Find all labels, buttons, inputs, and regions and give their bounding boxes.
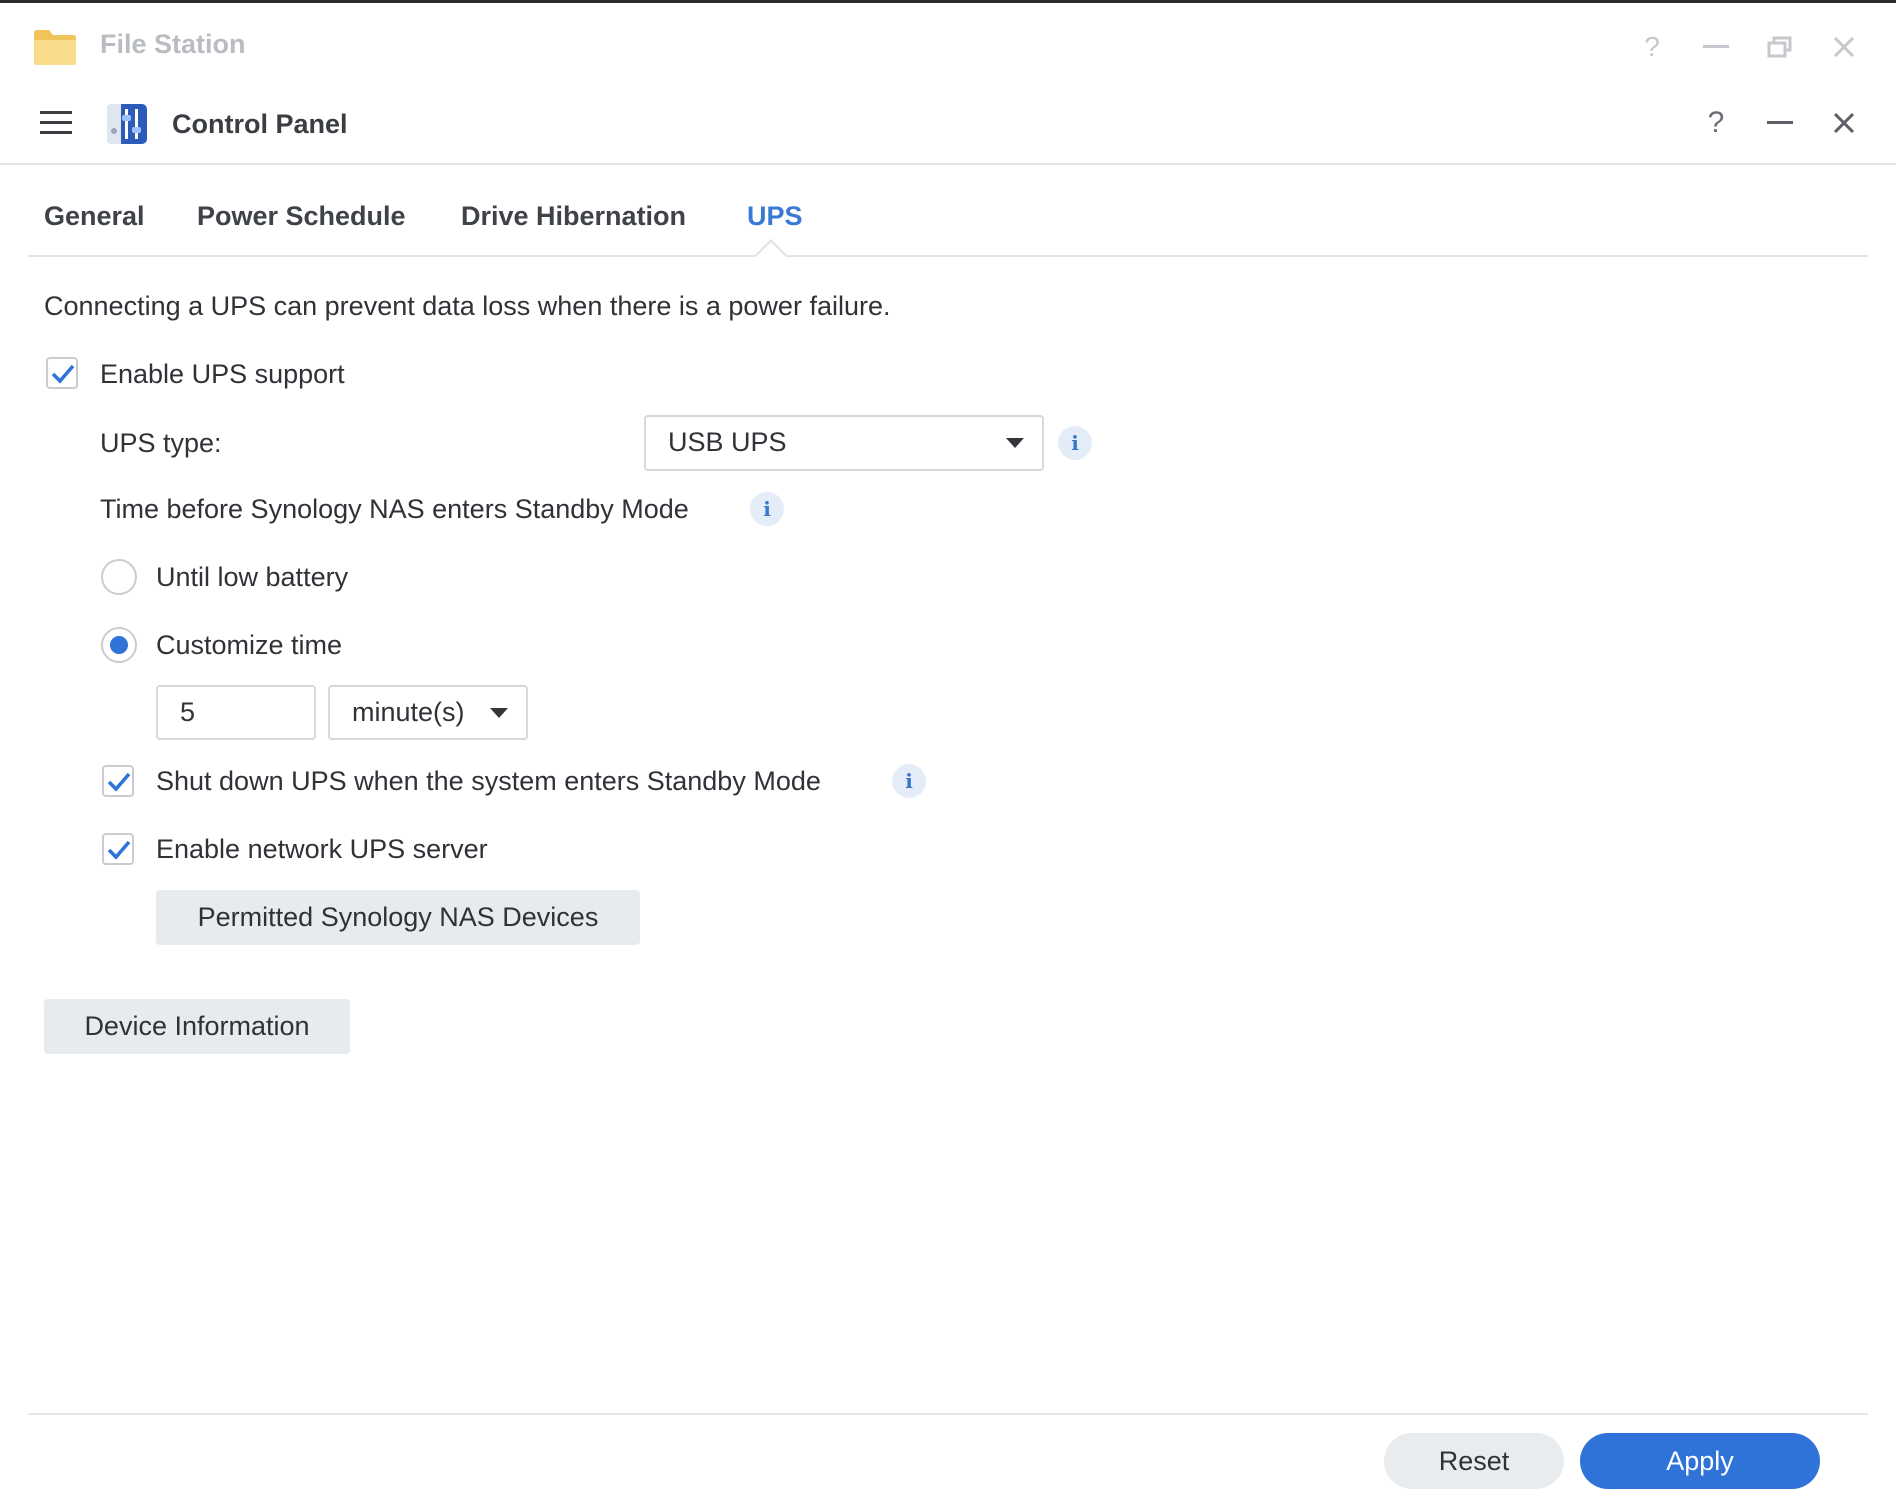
control-panel-header: Control Panel ?: [0, 85, 1896, 165]
time-unit-value: minute(s): [352, 697, 465, 727]
bg-help-glyph: ?: [1644, 31, 1660, 62]
file-station-titlebar[interactable]: File Station ?: [0, 3, 1896, 85]
shutdown-ups-label: Shut down UPS when the system enters Sta…: [156, 766, 821, 796]
permitted-devices-button[interactable]: Permitted Synology NAS Devices: [156, 890, 640, 945]
bg-restore-icon[interactable]: [1760, 27, 1800, 67]
bg-minimize-icon[interactable]: [1696, 27, 1736, 67]
ups-description: Connecting a UPS can prevent data loss w…: [44, 291, 891, 321]
time-value-input[interactable]: [156, 685, 316, 740]
until-low-battery-label: Until low battery: [156, 562, 349, 592]
radio-until-low-battery[interactable]: [101, 559, 137, 595]
reset-button[interactable]: Reset: [1384, 1433, 1564, 1489]
folder-icon: [32, 27, 78, 67]
checkmark-icon: [107, 840, 131, 860]
tab-power-schedule[interactable]: Power Schedule: [197, 201, 406, 232]
minimize-icon[interactable]: [1760, 103, 1800, 143]
file-station-title: File Station: [100, 29, 246, 59]
standby-info-icon[interactable]: i: [750, 492, 784, 526]
bg-close-icon[interactable]: [1824, 27, 1864, 67]
enable-ups-checkbox[interactable]: [46, 357, 78, 389]
checkmark-icon: [107, 772, 131, 792]
network-ups-label: Enable network UPS server: [156, 834, 488, 864]
shutdown-ups-checkbox[interactable]: [102, 765, 134, 797]
ups-type-select[interactable]: USB UPS: [644, 415, 1044, 471]
apply-button[interactable]: Apply: [1580, 1433, 1820, 1489]
tab-ups[interactable]: UPS: [747, 201, 803, 232]
standby-time-label: Time before Synology NAS enters Standby …: [100, 494, 689, 524]
tab-general[interactable]: General: [44, 201, 145, 232]
hamburger-menu-icon[interactable]: [36, 105, 76, 141]
checkmark-icon: [51, 364, 75, 384]
ups-type-info-icon[interactable]: i: [1058, 426, 1092, 460]
close-icon[interactable]: [1824, 103, 1864, 143]
control-panel-icon: [104, 101, 150, 147]
screen: File Station ? Control Panel ? General P…: [0, 0, 1896, 1500]
tab-bar: General Power Schedule Drive Hibernation…: [28, 201, 1868, 257]
bg-help-icon[interactable]: ?: [1632, 27, 1672, 67]
time-unit-select[interactable]: minute(s): [328, 685, 528, 740]
enable-ups-label: Enable UPS support: [100, 359, 345, 389]
radio-customize-time[interactable]: [101, 627, 137, 663]
help-icon[interactable]: ?: [1696, 103, 1736, 143]
chevron-down-icon: [1006, 438, 1024, 448]
network-ups-checkbox[interactable]: [102, 833, 134, 865]
device-information-button[interactable]: Device Information: [44, 999, 350, 1054]
help-glyph: ?: [1707, 106, 1725, 139]
chevron-down-icon: [490, 708, 508, 718]
ups-type-value: USB UPS: [668, 427, 787, 457]
ups-type-label: UPS type:: [100, 428, 222, 458]
footer-divider: [28, 1413, 1868, 1415]
customize-time-label: Customize time: [156, 630, 343, 660]
control-panel-title: Control Panel: [172, 109, 348, 139]
shutdown-ups-info-icon[interactable]: i: [892, 764, 926, 798]
tab-drive-hibernation[interactable]: Drive Hibernation: [461, 201, 686, 232]
